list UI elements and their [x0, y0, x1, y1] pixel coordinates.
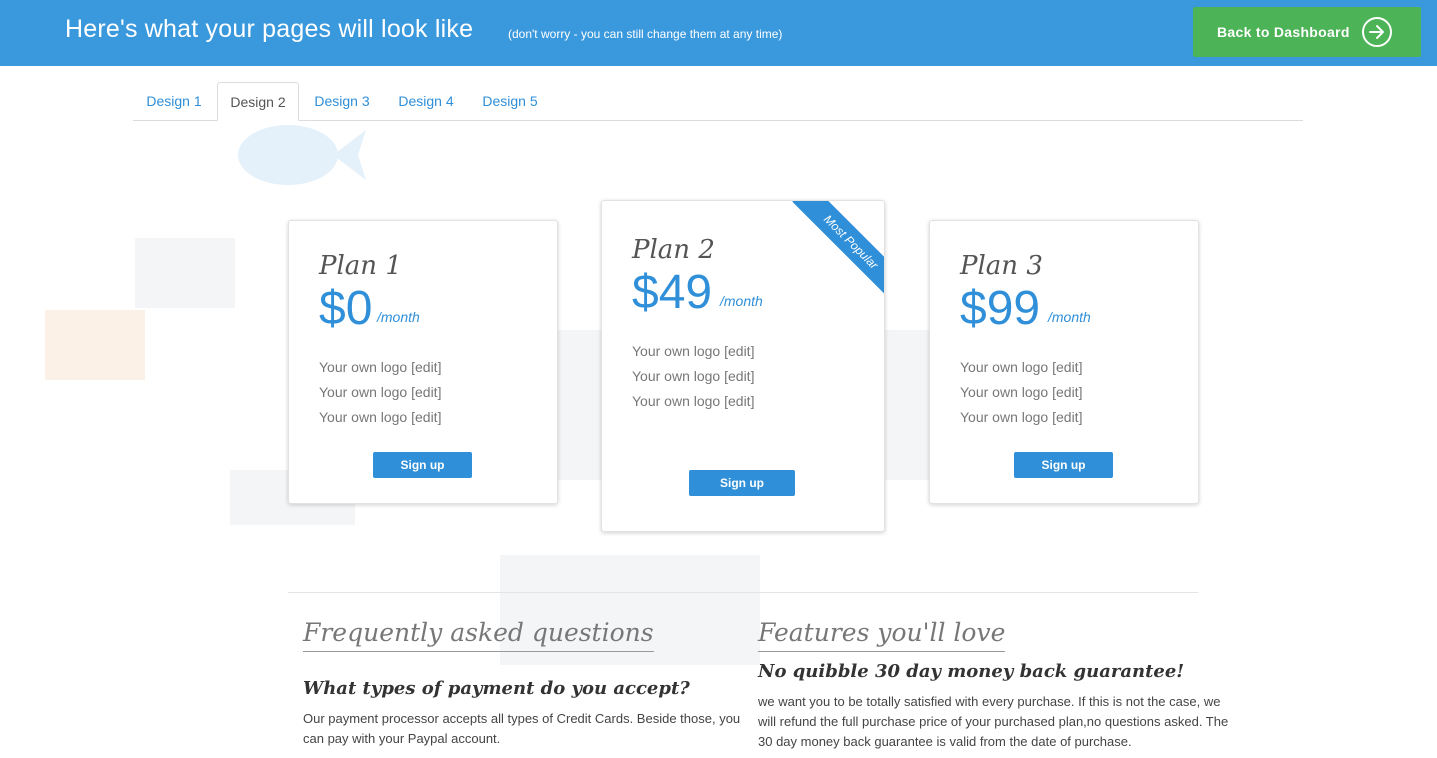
preview-block: [45, 310, 145, 380]
faq-question: What types of payment do you accept?: [303, 678, 690, 699]
plan-price: $99: [960, 282, 1041, 335]
plan-card-2: Plan 2 $49 /month Your own logo [edit] Y…: [601, 200, 885, 532]
tab-design-3[interactable]: Design 3: [301, 82, 383, 119]
page-subtitle: (don't worry - you can still change them…: [508, 27, 783, 41]
plan-card-3: Plan 3 $99 /month Your own logo [edit] Y…: [929, 220, 1199, 504]
back-to-dashboard-label: Back to Dashboard: [1217, 24, 1350, 40]
plan-card-1: Plan 1 $0 /month Your own logo [edit] Yo…: [288, 220, 558, 504]
plan-price: $49: [632, 266, 713, 319]
section-divider: [288, 592, 1198, 593]
faq-title: Frequently asked questions: [303, 618, 654, 652]
plan-name: Plan 1: [319, 251, 402, 281]
back-to-dashboard-button[interactable]: Back to Dashboard: [1193, 7, 1421, 57]
plan-feature[interactable]: Your own logo [edit]: [632, 343, 754, 359]
plan-price: $0: [319, 282, 373, 335]
preview-block: [135, 238, 235, 308]
sign-up-button[interactable]: Sign up: [1014, 452, 1113, 478]
plan-period: /month: [1048, 309, 1091, 325]
arrow-right-circle-icon: [1362, 17, 1392, 47]
sign-up-button[interactable]: Sign up: [373, 452, 472, 478]
plan-period: /month: [720, 293, 763, 309]
tab-design-5[interactable]: Design 5: [469, 82, 551, 119]
sign-up-button[interactable]: Sign up: [689, 470, 795, 496]
page-title: Here's what your pages will look like: [65, 15, 474, 43]
plan-feature[interactable]: Your own logo [edit]: [319, 359, 441, 375]
preview-logo-icon: [238, 125, 366, 185]
top-banner: Here's what your pages will look like (d…: [0, 0, 1437, 66]
tab-design-4[interactable]: Design 4: [385, 82, 467, 119]
tab-design-1[interactable]: Design 1: [133, 82, 215, 119]
plan-feature[interactable]: Your own logo [edit]: [319, 384, 441, 400]
faq-answer: Our payment processor accepts all types …: [303, 711, 741, 746]
features-heading: No quibble 30 day money back guarantee!: [758, 661, 1185, 682]
plan-period: /month: [377, 309, 420, 325]
plan-feature[interactable]: Your own logo [edit]: [960, 359, 1082, 375]
plan-feature[interactable]: Your own logo [edit]: [632, 368, 754, 384]
features-body: we want you to be totally satisfied with…: [758, 694, 1229, 749]
plan-feature[interactable]: Your own logo [edit]: [632, 393, 754, 409]
most-popular-ribbon: Most Popular: [792, 201, 884, 301]
plan-name: Plan 3: [960, 251, 1043, 281]
features-title: Features you'll love: [758, 618, 1006, 652]
plan-feature[interactable]: Your own logo [edit]: [960, 384, 1082, 400]
plan-feature[interactable]: Your own logo [edit]: [960, 409, 1082, 425]
plan-name: Plan 2: [632, 235, 715, 265]
plan-feature[interactable]: Your own logo [edit]: [319, 409, 441, 425]
